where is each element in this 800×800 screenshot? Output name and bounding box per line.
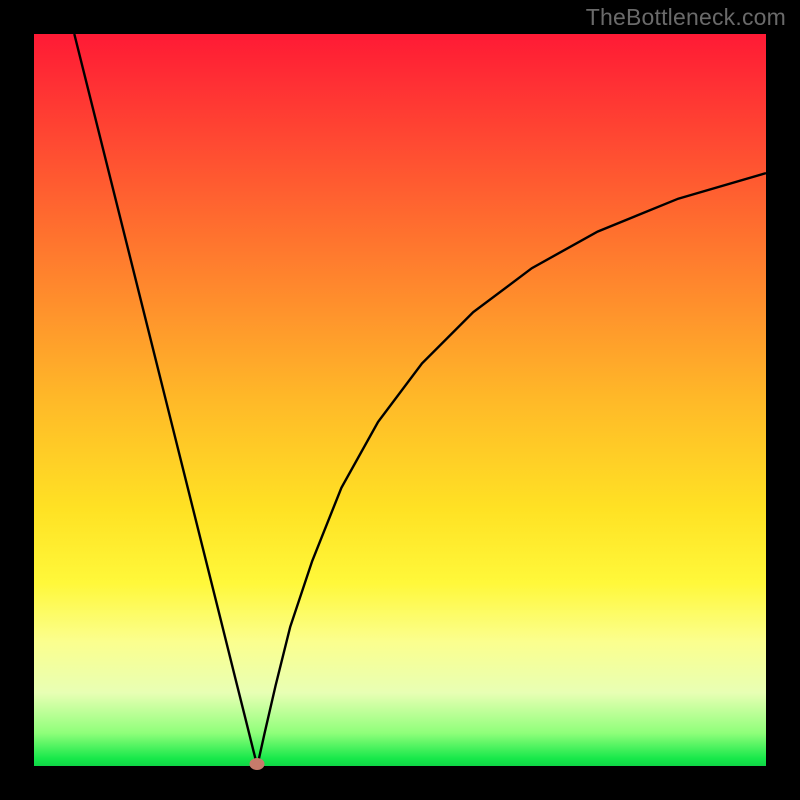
- watermark-text: TheBottleneck.com: [586, 4, 786, 31]
- bottleneck-curve: [34, 34, 766, 766]
- chart-frame: TheBottleneck.com: [0, 0, 800, 800]
- vertex-marker: [250, 758, 265, 770]
- curve-path: [74, 34, 766, 766]
